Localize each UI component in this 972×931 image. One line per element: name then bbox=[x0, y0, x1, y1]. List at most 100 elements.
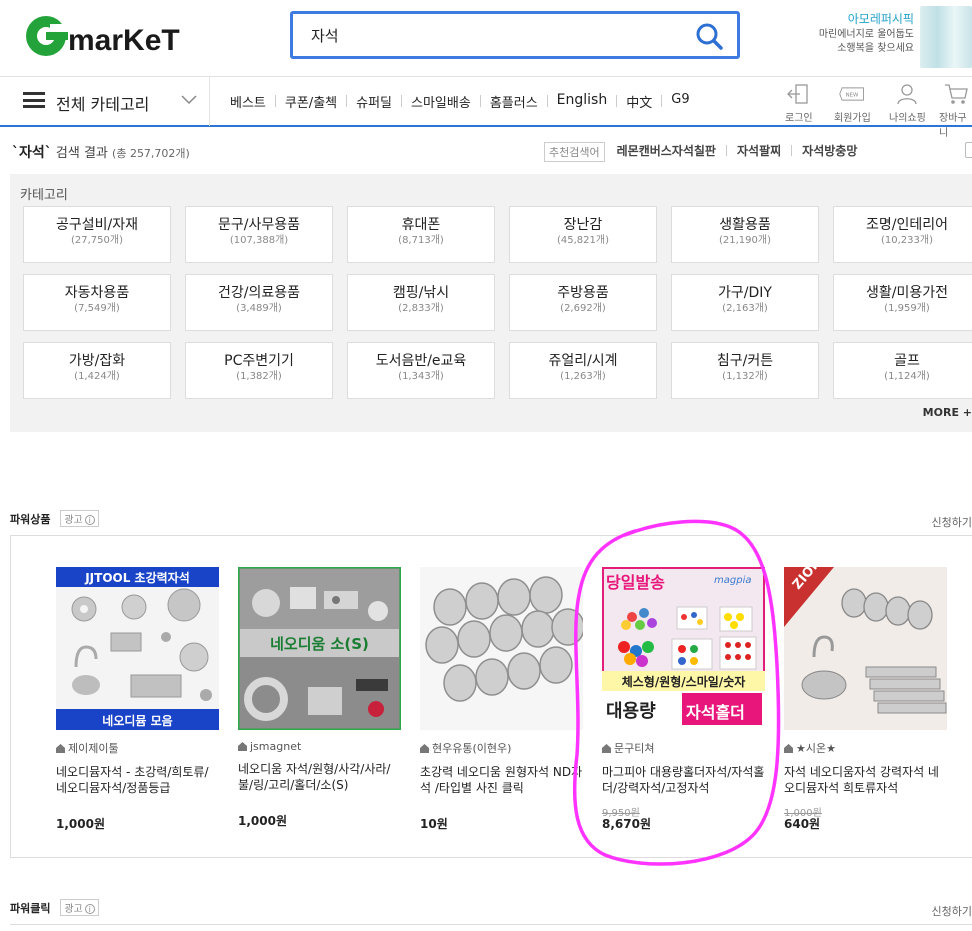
result-keyword: `자석` bbox=[12, 145, 52, 161]
category-count: (1,263개) bbox=[560, 371, 606, 382]
seller-name[interactable]: jsmagnet bbox=[238, 740, 401, 753]
all-category-button[interactable]: 전체 카테고리 bbox=[0, 77, 210, 126]
svg-text:NEW: NEW bbox=[846, 92, 859, 98]
nav-link-chinese[interactable]: 中文 bbox=[626, 92, 652, 111]
category-cell[interactable]: 조명/인테리어 (10,233개) bbox=[833, 206, 972, 263]
category-cell[interactable]: 생활/미용가전 (1,959개) bbox=[833, 274, 972, 331]
product-card[interactable]: JJTOOL 초강력자석 네오디뮴 모음 제이제이툴 네오디뮴자석 - 초강력/… bbox=[56, 567, 219, 832]
ad-info-tag[interactable]: 광고 i bbox=[60, 510, 99, 527]
category-cell[interactable]: 건강/의료용품 (3,489개) bbox=[185, 274, 333, 331]
product-image[interactable]: JJTOOL 초강력자석 네오디뮴 모음 bbox=[56, 567, 219, 730]
power-products-header: 파워상품 광고 i bbox=[10, 510, 99, 527]
cart-button[interactable]: 장바구니 bbox=[939, 82, 972, 139]
product-image[interactable] bbox=[420, 567, 583, 730]
category-count: (1,424개) bbox=[74, 371, 120, 382]
power-products-apply-link[interactable]: 신청하기 bbox=[932, 514, 972, 530]
login-button[interactable]: 로그인 bbox=[785, 82, 813, 124]
category-count: (3,489개) bbox=[236, 303, 282, 314]
category-cell[interactable]: 공구설비/자재 (27,750개) bbox=[23, 206, 171, 263]
category-count: (2,833개) bbox=[398, 303, 444, 314]
category-count: (45,821개) bbox=[557, 235, 609, 246]
ad-product-image bbox=[920, 6, 972, 68]
new-badge-icon: NEW bbox=[839, 87, 865, 101]
category-name: 자동차용품 bbox=[64, 285, 130, 301]
category-name: 가방/잡화 bbox=[68, 353, 126, 369]
nav-link-g9[interactable]: G9 bbox=[671, 92, 689, 111]
ad-text: 마린에너지로 울어둡도 소행복을 찾으세요 bbox=[804, 28, 914, 56]
myshopping-button[interactable]: 나의쇼핑 bbox=[889, 82, 926, 124]
nav-link-best[interactable]: 베스트 bbox=[230, 92, 266, 111]
search-icon[interactable] bbox=[695, 22, 723, 50]
ad-label: 광고 bbox=[64, 904, 83, 915]
product-card[interactable]: ZION ★시온★ 자석 네오디움자석 강력자석 네오디뮴자석 희토류자석 1,… bbox=[784, 567, 947, 832]
category-count: (7,549개) bbox=[74, 303, 120, 314]
seller-name[interactable]: 현우유통(이현우) bbox=[420, 740, 583, 756]
product-title[interactable]: 자석 네오디움자석 강력자석 네오디뮴자석 희토류자석 bbox=[784, 764, 947, 798]
related-searches: 추천검색어 레몬캔버스자석칠판 자석팔찌 자석방충망 bbox=[544, 142, 857, 162]
power-click-header: 파워클릭 광고 i bbox=[10, 899, 99, 916]
gmarket-logo[interactable]: marKeT bbox=[22, 10, 207, 58]
login-label: 로그인 bbox=[785, 113, 813, 124]
related-search-2[interactable]: 자석팔찌 bbox=[737, 142, 781, 162]
category-title: 카테고리 bbox=[20, 188, 68, 203]
category-count: (107,388개) bbox=[229, 235, 289, 246]
product-card[interactable]: 현우유통(이현우) 초강력 네오디움 원형자석 ND자석 /타입별 사진 클릭 … bbox=[420, 567, 583, 832]
category-name: 침구/커튼 bbox=[716, 353, 774, 369]
category-panel: 카테고리 공구설비/자재 (27,750개) 문구/사무용품 (107,388개) 휴대… bbox=[10, 174, 972, 432]
more-categories-button[interactable]: MORE + bbox=[923, 406, 972, 419]
category-count: (21,190개) bbox=[719, 235, 771, 246]
category-name: 생활/미용가전 bbox=[866, 285, 948, 301]
related-search-label: 추천검색어 bbox=[544, 142, 605, 162]
category-cell[interactable]: 침구/커튼 (1,132개) bbox=[671, 342, 819, 399]
category-name: 휴대폰 bbox=[401, 217, 441, 233]
category-cell[interactable]: 휴대폰 (8,713개) bbox=[347, 206, 495, 263]
category-cell[interactable]: 쥬얼리/시계 (1,263개) bbox=[509, 342, 657, 399]
product-title[interactable]: 네오디뮴자석 - 초강력/희토류/네오디뮴자석/정품등급 bbox=[56, 764, 219, 798]
search-result-summary: `자석` 검색 결과 (총 257,702개) bbox=[12, 142, 190, 162]
product-price: 1,000원 bbox=[56, 817, 105, 831]
nav-link-smile-delivery[interactable]: 스마일배송 bbox=[411, 92, 471, 111]
search-query: 자석 bbox=[311, 27, 339, 45]
category-cell[interactable]: 장난감 (45,821개) bbox=[509, 206, 657, 263]
category-name: 조명/인테리어 bbox=[866, 217, 948, 233]
image-banner-top: JJTOOL 초강력자석 bbox=[85, 571, 190, 585]
product-title[interactable]: 네오디움 자석/원형/사각/사라/불/링/고리/홀더/소(S) bbox=[238, 761, 401, 795]
ad-text-line2: 소행복을 찾으세요 bbox=[837, 43, 914, 54]
category-cell[interactable]: 골프 (1,124개) bbox=[833, 342, 972, 399]
product-image[interactable]: ZION bbox=[784, 567, 947, 730]
category-cell[interactable]: PC주변기기 (1,382개) bbox=[185, 342, 333, 399]
category-cell[interactable]: 문구/사무용품 (107,388개) bbox=[185, 206, 333, 263]
related-search-3[interactable]: 자석방충망 bbox=[802, 142, 857, 162]
ad-info-tag[interactable]: 광고 i bbox=[60, 899, 99, 916]
category-cell[interactable]: 주방용품 (2,692개) bbox=[509, 274, 657, 331]
nav-link-english[interactable]: English bbox=[557, 92, 608, 111]
nav-link-superdeal[interactable]: 슈퍼딜 bbox=[356, 92, 392, 111]
svg-text:marKeT: marKeT bbox=[68, 24, 180, 57]
nav-link-coupon[interactable]: 쿠폰/출첵 bbox=[285, 92, 337, 111]
seller-name[interactable]: ★시온★ bbox=[784, 740, 947, 756]
original-price bbox=[420, 804, 583, 815]
original-price: 1,000원 bbox=[784, 808, 822, 819]
ad-banner[interactable]: 아모레퍼시픽 마린에너지로 울어둡도 소행복을 찾으세요 bbox=[810, 6, 972, 68]
category-cell[interactable]: 가구/DIY (2,163개) bbox=[671, 274, 819, 331]
category-cell[interactable]: 도서음반/e교육 (1,343개) bbox=[347, 342, 495, 399]
category-cell[interactable]: 생활용품 (21,190개) bbox=[671, 206, 819, 263]
product-title[interactable]: 초강력 네오디움 원형자석 ND자석 /타입별 사진 클릭 bbox=[420, 764, 583, 798]
category-cell[interactable]: 자동차용품 (7,549개) bbox=[23, 274, 171, 331]
category-name: 공구설비/자재 bbox=[56, 217, 138, 233]
seller-name[interactable]: 제이제이툴 bbox=[56, 740, 219, 756]
product-image[interactable]: 네오디움 소(S) bbox=[238, 567, 401, 730]
signup-button[interactable]: NEW 회원가입 bbox=[834, 82, 871, 124]
product-price: 10원 bbox=[420, 817, 448, 831]
related-search-1[interactable]: 레몬캔버스자석칠판 bbox=[617, 142, 716, 162]
result-text: 검색 결과 bbox=[55, 146, 108, 161]
product-card[interactable]: 네오디움 소(S) jsmagnet 네오디움 자석/원형/사각/사라/불/링/… bbox=[238, 567, 401, 829]
category-name: 장난감 bbox=[563, 217, 603, 233]
category-cell[interactable]: 캠핑/낚시 (2,833개) bbox=[347, 274, 495, 331]
view-toggle[interactable] bbox=[965, 142, 972, 158]
search-input[interactable]: 자석 bbox=[290, 11, 740, 59]
category-count: (2,163개) bbox=[722, 303, 768, 314]
nav-link-homeplus[interactable]: 홈플러스 bbox=[490, 92, 538, 111]
power-click-apply-link[interactable]: 신청하기 bbox=[932, 903, 972, 919]
category-cell[interactable]: 가방/잡화 (1,424개) bbox=[23, 342, 171, 399]
